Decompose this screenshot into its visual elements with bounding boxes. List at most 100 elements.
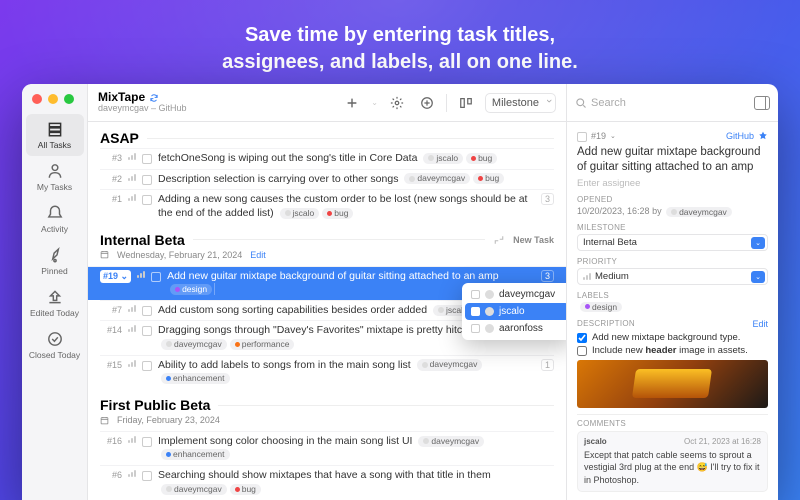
label-tag[interactable]: design: [170, 284, 212, 295]
task-checkbox[interactable]: [142, 306, 152, 316]
sidebar-item-edited-today[interactable]: Edited Today: [26, 282, 84, 324]
sidebar-item-my-tasks[interactable]: My Tasks: [26, 156, 84, 198]
description-checkbox[interactable]: Add new mixtape background type.: [577, 332, 768, 343]
priority-icon: [128, 173, 136, 181]
add-button[interactable]: [341, 92, 363, 114]
search-input[interactable]: Search: [575, 97, 748, 109]
task-row[interactable]: #2 Description selection is carrying ove…: [100, 169, 554, 190]
assignee-menu: daveymcgavjscaloaaronfoss: [462, 283, 566, 340]
topbar: MixTape daveymcgav – GitHub ⌄ Milestone: [88, 84, 566, 122]
sidebar-item-all-tasks[interactable]: All Tasks: [26, 114, 84, 156]
labels-field[interactable]: design: [577, 302, 768, 313]
assignee-tag[interactable]: daveymcgav: [161, 484, 227, 495]
task-row[interactable]: #15 Ability to add labels to songs from …: [100, 355, 554, 389]
task-checkbox[interactable]: [142, 154, 152, 164]
comment-count[interactable]: 1: [541, 359, 554, 371]
assignee-option[interactable]: jscalo: [465, 303, 566, 320]
chevron-down-icon[interactable]: ⌄: [371, 98, 378, 107]
assignee-option[interactable]: daveymcgav: [465, 286, 566, 303]
new-task-button[interactable]: New Task: [513, 235, 554, 245]
label-tag[interactable]: enhancement: [161, 449, 230, 460]
calendar-icon: [100, 416, 109, 425]
assignee-input[interactable]: Enter assignee: [577, 178, 768, 189]
attachment-image[interactable]: [577, 360, 768, 408]
priority-icon: [128, 435, 136, 443]
comment-count[interactable]: 3: [541, 270, 554, 282]
task-number: #15: [100, 359, 122, 370]
task-checkbox[interactable]: [142, 175, 152, 185]
detail-title: Add new guitar mixtape background of gui…: [577, 145, 768, 175]
main-pane: MixTape daveymcgav – GitHub ⌄ Milestone …: [88, 84, 566, 500]
assignee-tag[interactable]: daveymcgav: [417, 359, 483, 370]
task-title: Description selection is carrying over t…: [158, 173, 554, 187]
task-title: Searching should show mixtapes that have…: [158, 469, 554, 496]
priority-field[interactable]: Medium⌄: [577, 268, 768, 285]
traffic-lights[interactable]: [22, 92, 74, 114]
github-link[interactable]: GitHub: [726, 131, 754, 141]
comment-date: Oct 21, 2023 at 16:28: [684, 437, 761, 448]
task-title: Implement song color choosing in the mai…: [158, 435, 554, 462]
label-tag[interactable]: bug: [466, 153, 497, 164]
assignee-tag[interactable]: daveymcgav: [161, 339, 227, 350]
edit-date-link[interactable]: Edit: [250, 250, 266, 260]
close-icon[interactable]: [32, 94, 42, 104]
task-number: #7: [100, 304, 122, 315]
app-window: All Tasks My Tasks Activity Pinned Edite…: [22, 84, 778, 500]
task-number: #14: [100, 324, 122, 335]
comment-count[interactable]: 3: [541, 193, 554, 205]
pin-icon[interactable]: [758, 131, 768, 141]
task-row[interactable]: #3 fetchOneSong is wiping out the song's…: [100, 148, 554, 169]
label-tag[interactable]: bug: [322, 208, 353, 219]
assignee-tag[interactable]: jscalo: [423, 153, 463, 164]
edit-description-link[interactable]: Edit: [752, 319, 768, 329]
settings-button[interactable]: [386, 92, 408, 114]
task-row[interactable]: #19 ⌄ Add new guitar mixtape background …: [88, 266, 566, 300]
assignee-tag[interactable]: jscalo: [280, 208, 320, 219]
assignee-option[interactable]: aaronfoss: [465, 320, 566, 337]
filter-button[interactable]: [416, 92, 438, 114]
task-number: #6: [100, 469, 122, 480]
detail-pane: Search #19⌄ GitHub Add new guitar mixtap…: [566, 84, 778, 500]
milestone-group: ASAP #3 fetchOneSong is wiping out the s…: [88, 130, 566, 232]
milestone-field[interactable]: Internal Beta⌄: [577, 234, 768, 251]
sidebar-item-activity[interactable]: Activity: [26, 198, 84, 240]
panel-toggle-icon[interactable]: [754, 96, 770, 110]
group-title: First Public Beta: [100, 397, 210, 413]
task-checkbox[interactable]: [142, 437, 152, 447]
milestone-group: Internal Beta New Task Wednesday, Februa…: [88, 232, 566, 397]
assignee-tag[interactable]: daveymcgav: [418, 436, 484, 447]
group-title: ASAP: [100, 130, 139, 146]
assignee-tag[interactable]: daveymcgav: [404, 173, 470, 184]
minimize-icon[interactable]: [48, 94, 58, 104]
task-title: Adding a new song causes the custom orde…: [158, 193, 535, 220]
label-tag[interactable]: performance: [230, 339, 295, 350]
task-title: Ability to add labels to songs from in t…: [158, 359, 535, 386]
sidebar: All Tasks My Tasks Activity Pinned Edite…: [22, 84, 88, 500]
sidebar-item-closed-today[interactable]: Closed Today: [26, 324, 84, 366]
calendar-icon: [100, 250, 109, 259]
priority-icon: [128, 304, 136, 312]
priority-icon: [128, 152, 136, 160]
label-tag[interactable]: bug: [473, 173, 504, 184]
task-checkbox[interactable]: [142, 361, 152, 371]
label-tag[interactable]: enhancement: [161, 373, 230, 384]
opened-info: 10/20/2023, 16:28 by daveymcgav: [577, 206, 768, 217]
hero-line2: assignees, and labels, all on one line.: [0, 49, 800, 76]
milestone-group: First Public Beta Friday, February 23, 2…: [88, 397, 566, 500]
task-checkbox[interactable]: [142, 326, 152, 336]
task-checkbox[interactable]: [142, 471, 152, 481]
task-row[interactable]: #16 Implement song color choosing in the…: [100, 431, 554, 465]
task-checkbox[interactable]: [142, 195, 152, 205]
task-row[interactable]: #6 Searching should show mixtapes that h…: [100, 465, 554, 499]
sidebar-item-pinned[interactable]: Pinned: [26, 240, 84, 282]
milestone-select[interactable]: Milestone: [485, 93, 556, 113]
label-tag[interactable]: bug: [230, 484, 261, 495]
board-button[interactable]: [455, 92, 477, 114]
comment-body: Except that patch cable seems to sprout …: [584, 449, 761, 485]
task-row[interactable]: #1 Adding a new song causes the custom o…: [100, 189, 554, 223]
priority-icon: [128, 359, 136, 367]
maximize-icon[interactable]: [64, 94, 74, 104]
repeat-icon[interactable]: [493, 234, 505, 246]
description-checkbox[interactable]: Include new header image in assets.: [577, 345, 768, 356]
task-checkbox[interactable]: [151, 272, 161, 282]
